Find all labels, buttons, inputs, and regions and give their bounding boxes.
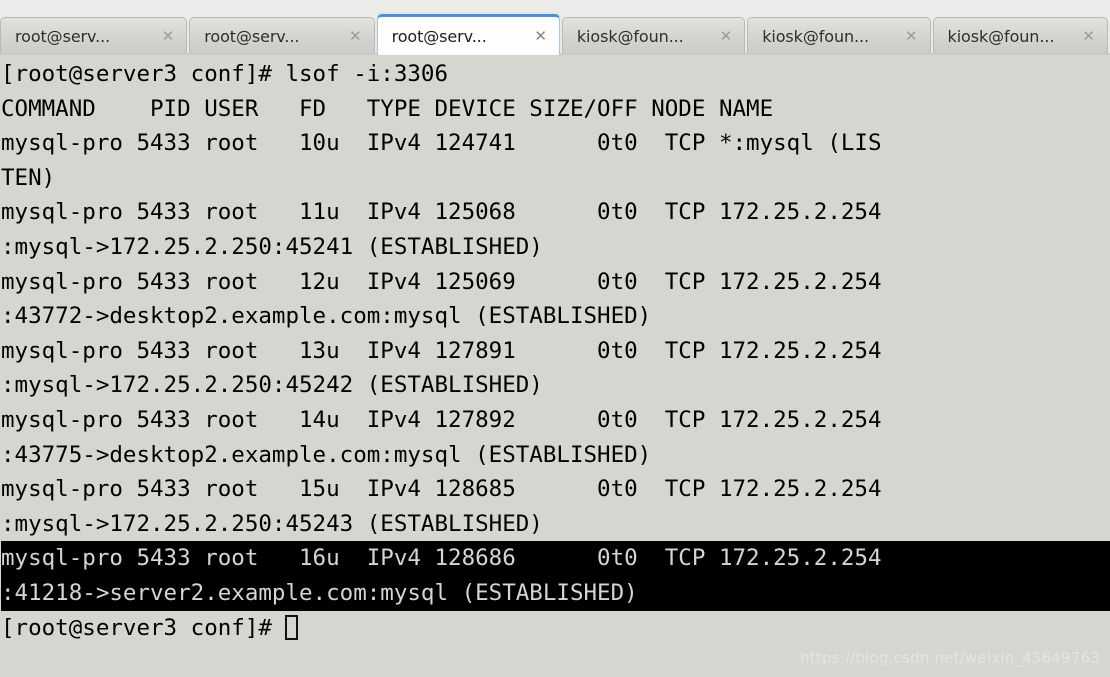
- terminal-line: mysql-pro 5433 root 14u IPv4 127892 0t0 …: [1, 406, 882, 433]
- shell-prompt-text: [root@server3 conf]#: [1, 614, 286, 641]
- terminal-line: COMMAND PID USER FD TYPE DEVICE SIZE/OFF…: [1, 95, 774, 122]
- terminal-output[interactable]: [root@server3 conf]# lsof -i:3306 COMMAND…: [0, 55, 1110, 677]
- terminal-line: :43775->desktop2.example.com:mysql (ESTA…: [1, 441, 652, 468]
- terminal-line: :mysql->172.25.2.250:45242 (ESTABLISHED): [1, 372, 543, 399]
- terminal-line: :43772->desktop2.example.com:mysql (ESTA…: [1, 303, 652, 330]
- tab-2-active[interactable]: root@serv... ✕: [376, 14, 560, 55]
- terminal-line: TEN): [1, 164, 56, 191]
- shell-prompt-line[interactable]: [root@server3 conf]#: [1, 611, 1110, 646]
- terminal-line-selected: mysql-pro 5433 root 16u IPv4 128686 0t0 …: [1, 541, 1110, 576]
- tab-title: root@serv...: [15, 27, 111, 46]
- terminal-line: mysql-pro 5433 root 10u IPv4 124741 0t0 …: [1, 130, 882, 157]
- terminal-line: :mysql->172.25.2.250:45241 (ESTABLISHED): [1, 233, 543, 260]
- tab-5[interactable]: kiosk@foun... ✕: [932, 17, 1108, 55]
- tab-title: root@serv...: [391, 26, 487, 46]
- tab-title: root@serv...: [204, 27, 300, 46]
- tab-4[interactable]: kiosk@foun... ✕: [747, 17, 931, 55]
- tab-close-icon[interactable]: ✕: [346, 27, 365, 46]
- terminal-line: mysql-pro 5433 root 12u IPv4 125069 0t0 …: [1, 268, 882, 295]
- terminal-line: mysql-pro 5433 root 13u IPv4 127891 0t0 …: [1, 337, 882, 364]
- terminal-line: [root@server3 conf]# lsof -i:3306: [1, 61, 449, 87]
- terminal-line-selected: :41218->server2.example.com:mysql (ESTAB…: [1, 575, 1110, 611]
- tab-strip: root@serv... ✕ root@serv... ✕ root@serv... ✕ k…: [0, 14, 1110, 55]
- tab-3[interactable]: kiosk@foun... ✕: [561, 17, 746, 55]
- terminal-cursor: [285, 614, 299, 640]
- tab-close-icon[interactable]: ✕: [159, 27, 178, 46]
- tab-0[interactable]: root@serv... ✕: [0, 17, 188, 55]
- tab-title: kiosk@foun...: [576, 27, 684, 46]
- tab-bar: root@serv... ✕ root@serv... ✕ root@serv... ✕ k…: [0, 0, 1110, 55]
- tab-title: kiosk@foun...: [947, 27, 1055, 46]
- tab-close-icon[interactable]: ✕: [902, 27, 921, 46]
- terminal-line: mysql-pro 5433 root 15u IPv4 128685 0t0 …: [1, 476, 882, 503]
- watermark: https://blog.csdn.net/weixin_45649763: [800, 649, 1100, 667]
- tab-close-icon[interactable]: ✕: [717, 27, 736, 46]
- tab-1[interactable]: root@serv... ✕: [189, 17, 375, 55]
- terminal-window: root@serv... ✕ root@serv... ✕ root@serv... ✕ k…: [0, 0, 1110, 677]
- terminal-line: mysql-pro 5433 root 11u IPv4 125068 0t0 …: [1, 199, 882, 226]
- terminal-line: :mysql->172.25.2.250:45243 (ESTABLISHED): [1, 510, 543, 537]
- tab-title: kiosk@foun...: [762, 27, 869, 46]
- tab-close-icon[interactable]: ✕: [1079, 27, 1098, 46]
- tab-close-icon[interactable]: ✕: [531, 27, 550, 46]
